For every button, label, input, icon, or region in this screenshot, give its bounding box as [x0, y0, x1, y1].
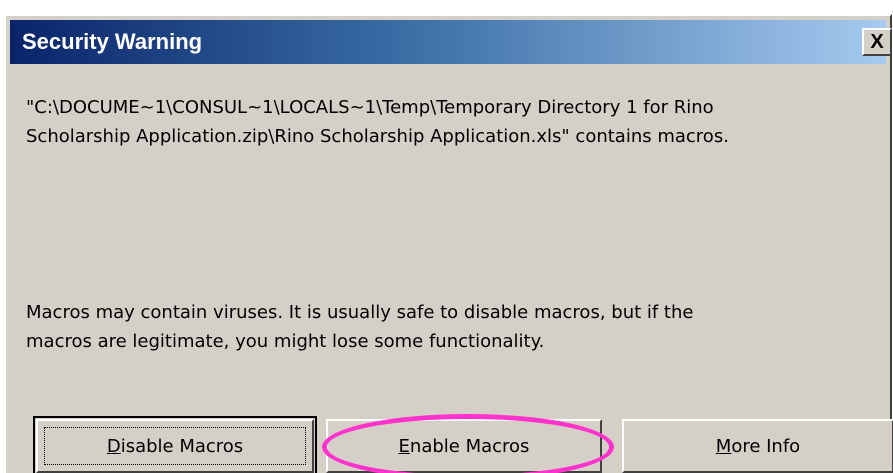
- file-path-message: "C:\DOCUME~1\CONSUL~1\LOCALS~1\Temp\Temp…: [26, 93, 876, 151]
- more-info-button[interactable]: More Info: [622, 419, 893, 473]
- close-button[interactable]: X: [862, 28, 892, 56]
- more-info-label: More Info: [715, 435, 801, 457]
- dialog-title: Security Warning: [22, 29, 203, 54]
- security-warning-dialog: Security Warning X "C:\DOCUME~1\CONSUL~1…: [4, 14, 893, 473]
- message-line-2: Scholarship Application.zip\Rino Scholar…: [26, 126, 729, 147]
- enable-macros-button[interactable]: Enable Macros: [326, 419, 602, 473]
- title-bar[interactable]: Security Warning X: [10, 20, 892, 64]
- disable-macros-button[interactable]: Disable Macros: [33, 416, 317, 473]
- warning-line-2: macros are legitimate, you might lose so…: [26, 331, 545, 352]
- disable-macros-label: Disable Macros: [106, 435, 244, 457]
- enable-macros-label: Enable Macros: [398, 435, 530, 457]
- warning-line-1: Macros may contain viruses. It is usuall…: [26, 302, 694, 323]
- message-line-1: "C:\DOCUME~1\CONSUL~1\LOCALS~1\Temp\Temp…: [26, 97, 714, 118]
- screenshot-canvas: Security Warning X "C:\DOCUME~1\CONSUL~1…: [0, 0, 893, 473]
- close-icon: X: [870, 31, 884, 53]
- virus-warning-text: Macros may contain viruses. It is usuall…: [26, 298, 876, 356]
